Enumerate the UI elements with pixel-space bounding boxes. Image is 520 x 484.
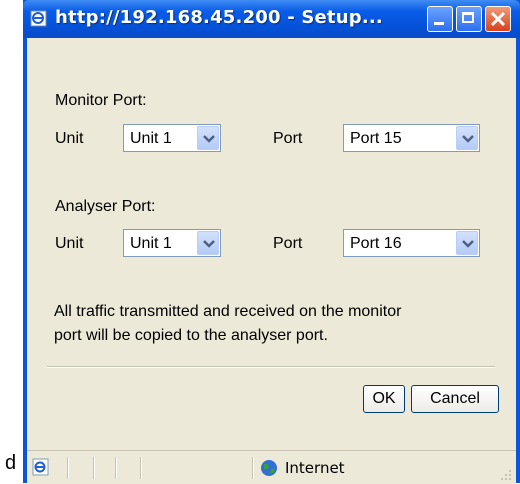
status-divider	[140, 457, 142, 479]
monitor-unit-value: Unit 1	[130, 130, 172, 147]
close-icon	[490, 11, 506, 27]
stray-character: d	[5, 452, 17, 474]
ie-page-icon	[32, 458, 49, 476]
cancel-button[interactable]: Cancel	[411, 385, 499, 413]
dialog-content: Monitor Port: Unit Unit 1 Port Port 15 A…	[27, 38, 516, 450]
monitor-port-heading: Monitor Port:	[55, 92, 147, 109]
analyser-port-select[interactable]: Port 16	[343, 229, 480, 257]
analyser-unit-value: Unit 1	[130, 235, 172, 252]
status-divider	[115, 457, 117, 479]
status-divider	[93, 457, 95, 479]
analyser-unit-label: Unit	[55, 235, 84, 252]
resize-grip-icon[interactable]	[500, 469, 512, 481]
chevron-down-icon	[462, 135, 474, 143]
status-divider	[252, 457, 254, 479]
monitor-port-label: Port	[273, 130, 303, 147]
dropdown-arrow-button[interactable]	[197, 231, 219, 255]
chevron-down-icon	[203, 135, 215, 143]
ok-button[interactable]: OK	[363, 385, 405, 413]
status-divider	[67, 457, 69, 479]
description-line-1: All traffic transmitted and received on …	[54, 303, 402, 320]
monitor-port-select[interactable]: Port 15	[343, 124, 480, 152]
maximize-button[interactable]	[456, 6, 482, 32]
analyser-port-value: Port 16	[350, 235, 402, 252]
ie-page-icon	[30, 10, 47, 27]
security-zone-label: Internet	[285, 459, 345, 477]
status-bar: Internet	[27, 450, 516, 484]
chevron-down-icon	[462, 240, 474, 248]
window-title: http://192.168.45.200 - Setup...	[55, 7, 383, 28]
analyser-port-label: Port	[273, 235, 303, 252]
dropdown-arrow-button[interactable]	[197, 126, 219, 150]
analyser-port-heading: Analyser Port:	[55, 198, 156, 215]
analyser-unit-select[interactable]: Unit 1	[123, 229, 221, 257]
close-button[interactable]	[485, 6, 511, 32]
chevron-down-icon	[203, 240, 215, 248]
minimize-button[interactable]	[427, 6, 453, 32]
title-bar[interactable]: http://192.168.45.200 - Setup...	[23, 0, 520, 38]
dropdown-arrow-button[interactable]	[456, 231, 478, 255]
internet-globe-icon	[261, 460, 277, 476]
dropdown-arrow-button[interactable]	[456, 126, 478, 150]
setup-dialog-window: http://192.168.45.200 - Setup... Monitor…	[23, 0, 520, 484]
description-line-2: port will be copied to the analyser port…	[54, 327, 328, 344]
divider	[47, 366, 495, 368]
monitor-port-value: Port 15	[350, 130, 402, 147]
monitor-unit-label: Unit	[55, 130, 84, 147]
monitor-unit-select[interactable]: Unit 1	[123, 124, 221, 152]
